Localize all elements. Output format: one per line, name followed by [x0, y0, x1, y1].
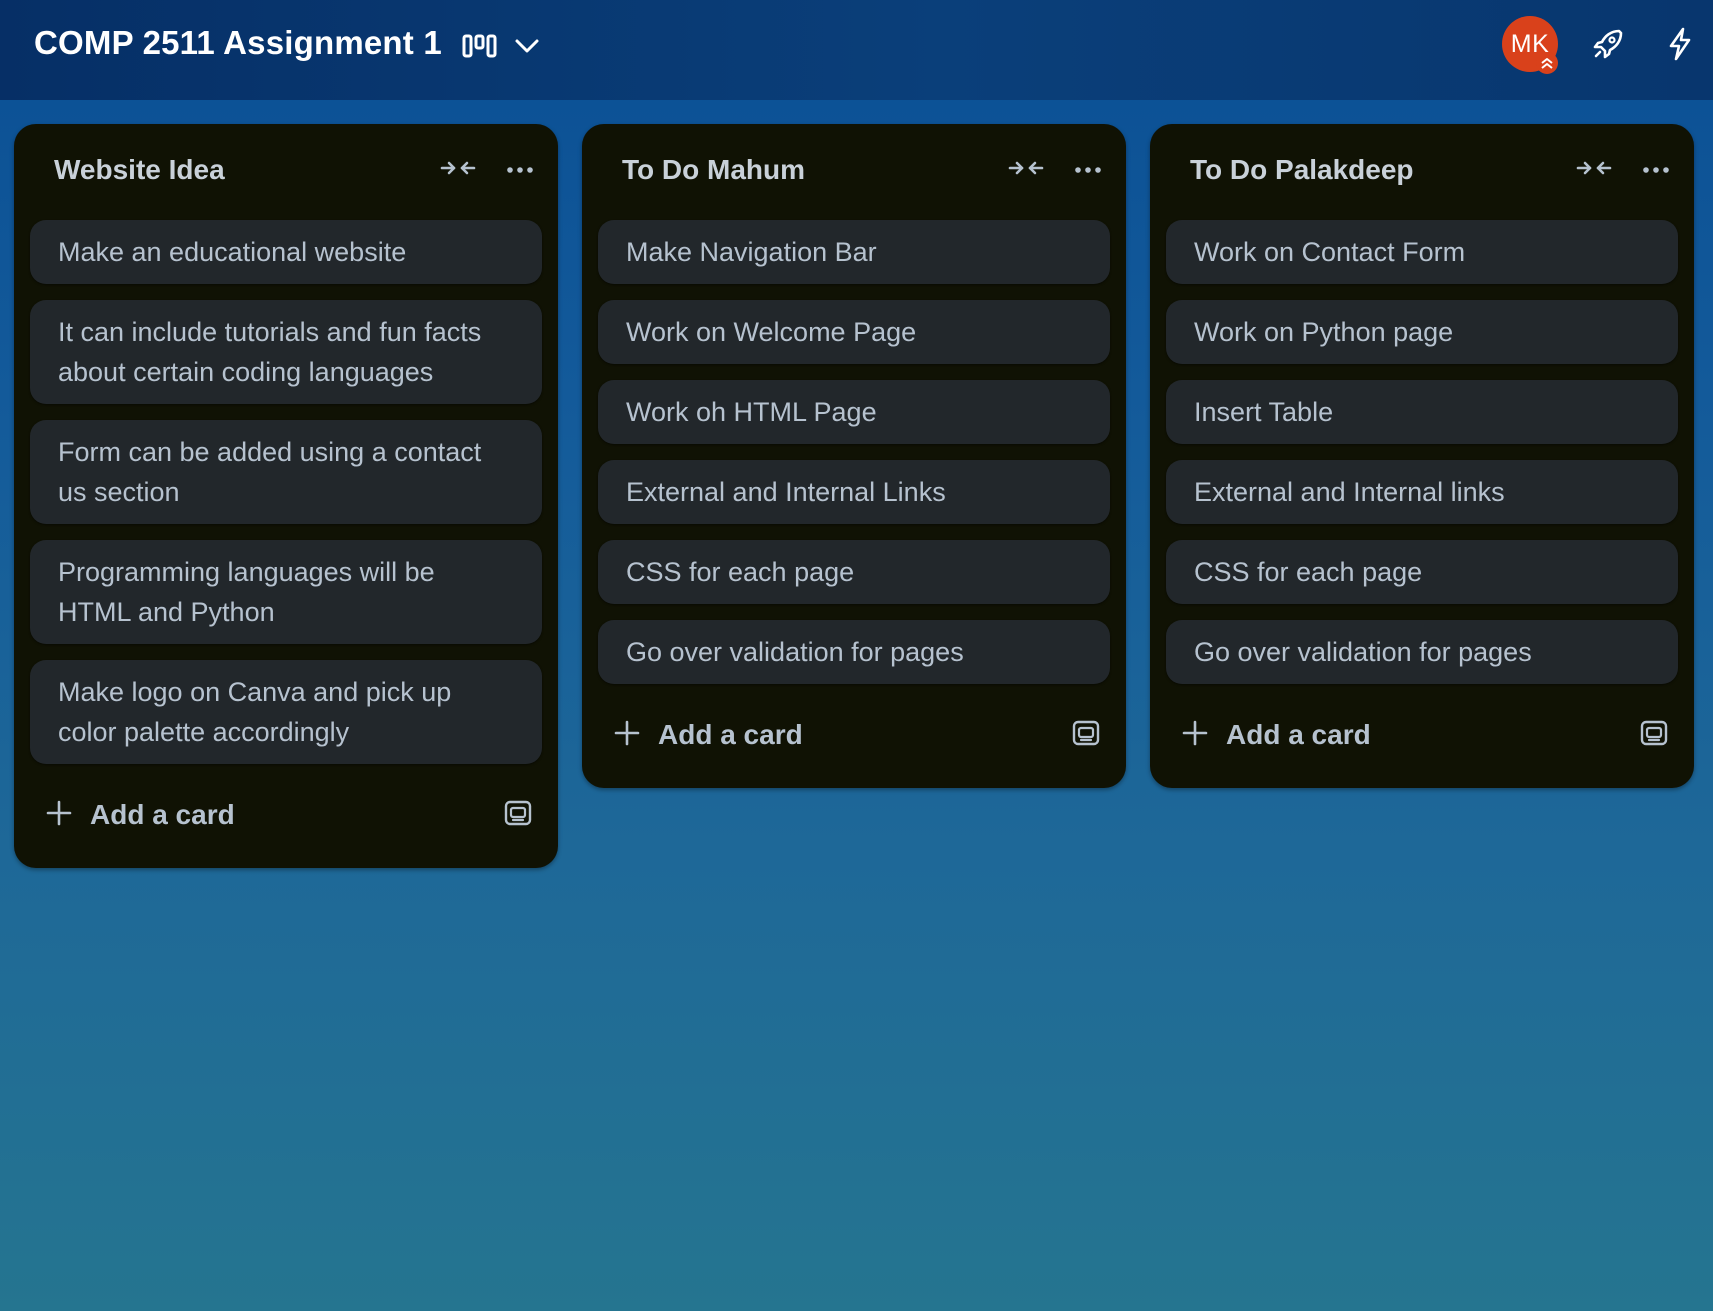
card-template-icon [504, 800, 532, 831]
collapse-icon [1576, 159, 1612, 182]
list-actions-button[interactable] [1068, 154, 1108, 186]
board-view-icon [462, 34, 498, 58]
list-footer: Add a card [1166, 684, 1678, 788]
chevron-down-icon [514, 38, 540, 54]
card[interactable]: Work on Contact Form [1166, 220, 1678, 284]
list-header: To Do Mahum [598, 124, 1110, 220]
list-title[interactable]: To Do Mahum [622, 154, 805, 186]
list-header: To Do Palakdeep [1166, 124, 1678, 220]
list-actions-button[interactable] [1636, 154, 1676, 186]
add-card-button[interactable]: Add a card [1182, 710, 1371, 760]
admin-chevron-icon [1536, 52, 1558, 74]
card[interactable]: Work on Python page [1166, 300, 1678, 364]
plus-icon [1182, 720, 1208, 751]
more-dots-icon [1074, 161, 1102, 179]
create-from-template-button[interactable] [1634, 716, 1674, 754]
card[interactable]: Go over validation for pages [1166, 620, 1678, 684]
more-dots-icon [506, 161, 534, 179]
card[interactable]: Make an educational website [30, 220, 542, 284]
list-title[interactable]: To Do Palakdeep [1190, 154, 1414, 186]
card[interactable]: CSS for each page [598, 540, 1110, 604]
card-list: Make Navigation Bar Work on Welcome Page W… [598, 220, 1110, 684]
create-from-template-button[interactable] [1066, 716, 1106, 754]
card[interactable]: Programming languages will be HTML and P… [30, 540, 542, 644]
card[interactable]: It can include tutorials and fun facts a… [30, 300, 542, 404]
create-from-template-button[interactable] [498, 796, 538, 834]
board-header: COMP 2511 Assignment 1 MK [0, 0, 1713, 100]
list-2[interactable]: To Do Mahum Make Navigation Bar Work on … [582, 124, 1126, 788]
plus-icon [46, 800, 72, 831]
collapse-icon [1008, 159, 1044, 182]
collapse-icon [440, 159, 476, 182]
add-card-button[interactable]: Add a card [614, 710, 803, 760]
add-card-label: Add a card [90, 799, 235, 830]
collapse-list-button[interactable] [1574, 154, 1614, 186]
card[interactable]: Make Navigation Bar [598, 220, 1110, 284]
card-template-icon [1072, 720, 1100, 751]
card[interactable]: Go over validation for pages [598, 620, 1110, 684]
card-list: Make an educational website It can includ… [30, 220, 542, 764]
list-1[interactable]: Website Idea Make an educational website… [14, 124, 558, 868]
board-title[interactable]: COMP 2511 Assignment 1 [34, 24, 442, 62]
view-switcher-button[interactable] [462, 26, 540, 66]
card[interactable]: External and Internal Links [598, 460, 1110, 524]
card[interactable]: CSS for each page [1166, 540, 1678, 604]
card[interactable]: Work on Welcome Page [598, 300, 1110, 364]
collapse-list-button[interactable] [1006, 154, 1046, 186]
card-template-icon [1640, 720, 1668, 751]
list-header: Website Idea [30, 124, 542, 220]
card[interactable]: Make logo on Canva and pick up color pal… [30, 660, 542, 764]
add-card-label: Add a card [658, 719, 803, 750]
more-dots-icon [1642, 161, 1670, 179]
list-title[interactable]: Website Idea [54, 154, 225, 186]
card[interactable]: Form can be added using a contact us sec… [30, 420, 542, 524]
list-3[interactable]: To Do Palakdeep Work on Contact Form Wor… [1150, 124, 1694, 788]
add-card-label: Add a card [1226, 719, 1371, 750]
power-ups-rocket-icon[interactable] [1588, 24, 1628, 64]
card-list: Work on Contact Form Work on Python page I… [1166, 220, 1678, 684]
list-footer: Add a card [30, 764, 542, 868]
card[interactable]: Work oh HTML Page [598, 380, 1110, 444]
card[interactable]: External and Internal links [1166, 460, 1678, 524]
add-card-button[interactable]: Add a card [46, 790, 235, 840]
card[interactable]: Insert Table [1166, 380, 1678, 444]
plus-icon [614, 720, 640, 751]
list-footer: Add a card [598, 684, 1110, 788]
list-actions-button[interactable] [500, 154, 540, 186]
collapse-list-button[interactable] [438, 154, 478, 186]
automation-lightning-icon[interactable] [1660, 24, 1700, 64]
